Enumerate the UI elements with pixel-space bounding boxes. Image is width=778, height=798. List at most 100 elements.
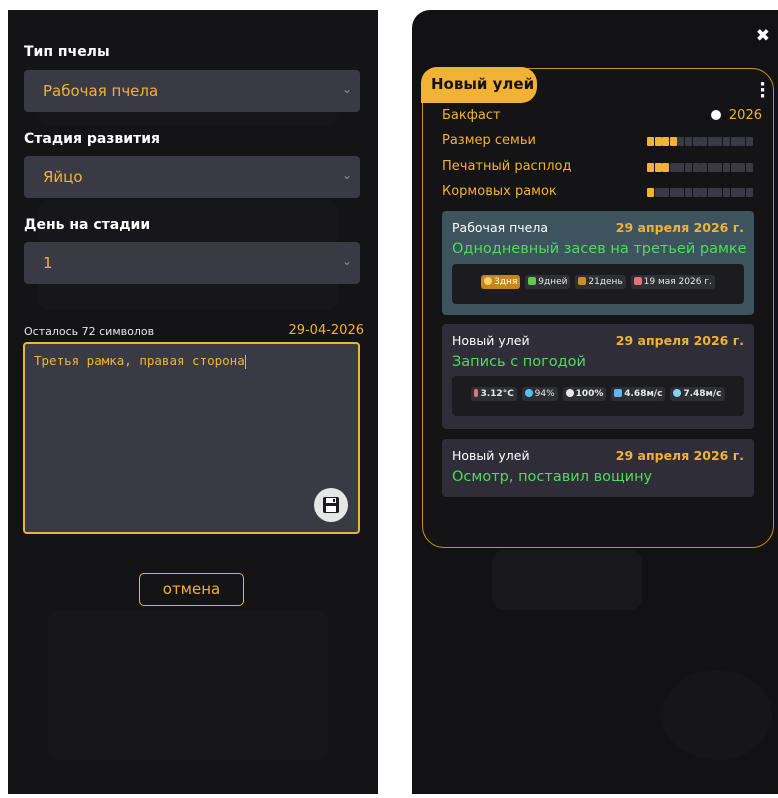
temperature-text: 3.12°C — [480, 389, 514, 399]
bar-cell-empty — [677, 137, 685, 146]
stage-select[interactable]: Яйцо ⌄ — [24, 156, 360, 198]
bar-cell-empty — [723, 137, 730, 146]
stat-level-bar — [647, 137, 753, 146]
bar-cell-empty — [692, 188, 700, 197]
bar-cell-empty — [745, 137, 753, 146]
entry-who: Рабочая пчела — [452, 220, 548, 235]
bar-cell-empty — [738, 188, 746, 197]
bar-cell-empty — [669, 163, 677, 172]
queen-dot-icon — [710, 110, 721, 120]
egg-chip: 3дня — [481, 275, 521, 289]
wind-text: 4.68м/с — [624, 389, 663, 399]
bar-cell-empty — [685, 163, 692, 172]
stat-label: Размер семьи — [442, 133, 536, 148]
cancel-button[interactable]: отмена — [139, 573, 244, 606]
entry-date: 29 апреля 2026 г. — [615, 448, 744, 463]
stat-row: Печатный расплод — [442, 159, 762, 177]
bar-cell-empty — [730, 188, 738, 197]
note-date[interactable]: 29-04-2026 — [288, 323, 364, 338]
bar-cell-empty — [654, 188, 662, 197]
bar-cell-empty — [669, 188, 677, 197]
bee-type-label: Тип пчелы — [24, 44, 110, 60]
bar-cell-filled — [662, 137, 670, 146]
entry-title: Осмотр, поставил вощину — [452, 469, 653, 485]
droplet-icon — [524, 389, 533, 397]
humidity-text: 94% — [534, 389, 555, 399]
hive-name: Новый улей — [431, 75, 535, 93]
temperature-chip: 3.12°C — [471, 387, 517, 401]
stat-label: Печатный расплод — [442, 159, 572, 174]
bar-cell-filled — [647, 137, 654, 146]
stat-row: Кормовых рамок — [442, 184, 762, 202]
stat-label: Кормовых рамок — [442, 184, 557, 199]
chevron-down-icon: ⌄ — [341, 82, 352, 96]
weather-strip: 3.12°C 94% 100% 4.68м/с 7.48м/с — [452, 376, 744, 416]
bee-type-select[interactable]: Рабочая пчела ⌄ — [24, 70, 360, 112]
bar-cell-empty — [738, 163, 746, 172]
egg-icon — [484, 277, 493, 285]
bar-cell-filled — [662, 163, 670, 172]
day-select[interactable]: 1 ⌄ — [24, 242, 360, 284]
kebab-menu-icon[interactable]: · · · — [759, 76, 766, 106]
bar-cell-empty — [745, 163, 753, 172]
bee-type-value: Рабочая пчела — [43, 82, 159, 100]
entry-date: 29 апреля 2026 г. — [615, 333, 744, 348]
queen-year: 2026 — [710, 108, 762, 123]
close-icon[interactable]: ✖ — [756, 26, 770, 46]
brood-timeline-strip: 3дня 9дней 21день 19 мая 2026 г. — [452, 264, 744, 304]
bar-cell-empty — [715, 137, 723, 146]
bar-cell-filled — [654, 163, 662, 172]
bar-cell-empty — [738, 137, 746, 146]
entry-who: Новый улей — [452, 333, 530, 348]
entry-card[interactable]: Рабочая пчела 29 апреля 2026 г. Одноднев… — [442, 211, 754, 315]
entry-title: Однодневный засев на третьей рамке — [452, 241, 747, 257]
bee-chip-text: 21день — [588, 277, 623, 287]
background-blur — [48, 610, 328, 760]
bar-cell-empty — [692, 163, 700, 172]
queen-year-text: 2026 — [728, 108, 762, 123]
day-value: 1 — [43, 254, 53, 272]
breed-label: Бакфаст — [442, 108, 501, 123]
stat-row: Размер семьи — [442, 133, 762, 151]
save-button[interactable] — [314, 488, 348, 522]
hive-panel: ✖ Новый улей · · · Бакфаст 2026 Рабочая пч… — [412, 10, 778, 794]
calendar-icon — [633, 277, 642, 285]
humidity-chip: 94% — [521, 387, 558, 401]
bar-cell-empty — [700, 163, 708, 172]
bar-cell-empty — [723, 188, 730, 197]
note-text: Третья рамка, правая сторона — [34, 353, 245, 368]
background-blur — [662, 670, 772, 760]
cloud-icon — [565, 389, 574, 397]
bar-cell-empty — [745, 188, 753, 197]
emerge-date-text: 19 мая 2026 г. — [643, 277, 712, 287]
bar-cell-empty — [685, 137, 692, 146]
cloud-chip: 100% — [562, 387, 607, 401]
gust-chip: 7.48м/с — [670, 387, 725, 401]
larva-chip-text: 9дней — [538, 277, 568, 287]
bar-cell-filled — [654, 137, 662, 146]
breed-row: Бакфаст 2026 — [442, 108, 762, 126]
bar-cell-empty — [707, 163, 715, 172]
bar-cell-filled — [647, 163, 654, 172]
stat-level-bar — [647, 163, 753, 172]
note-text-wrap: Третья рамка, правая сторона — [34, 353, 246, 369]
entry-title: Запись с погодой — [452, 354, 586, 370]
note-editor-panel: Тип пчелы Рабочая пчела ⌄ Стадия развити… — [8, 10, 378, 794]
bar-cell-empty — [723, 163, 730, 172]
bar-cell-empty — [700, 137, 708, 146]
hive-name-tab[interactable]: Новый улей — [421, 67, 537, 103]
cloud-text: 100% — [575, 389, 604, 399]
bar-cell-empty — [685, 188, 692, 197]
thermometer-icon — [474, 389, 479, 397]
stage-value: Яйцо — [43, 168, 83, 186]
note-textarea[interactable]: Третья рамка, правая сторона — [23, 342, 360, 534]
chevron-down-icon: ⌄ — [341, 254, 352, 268]
entry-card[interactable]: Новый улей 29 апреля 2026 г. Запись с по… — [442, 324, 754, 429]
bar-cell-empty — [677, 163, 685, 172]
bar-cell-empty — [707, 188, 715, 197]
chevron-down-icon: ⌄ — [341, 168, 352, 182]
entry-card[interactable]: Новый улей 29 апреля 2026 г. Осмотр, пос… — [442, 439, 754, 497]
save-icon — [323, 497, 339, 513]
larva-icon — [528, 277, 537, 285]
text-caret — [244, 354, 246, 369]
